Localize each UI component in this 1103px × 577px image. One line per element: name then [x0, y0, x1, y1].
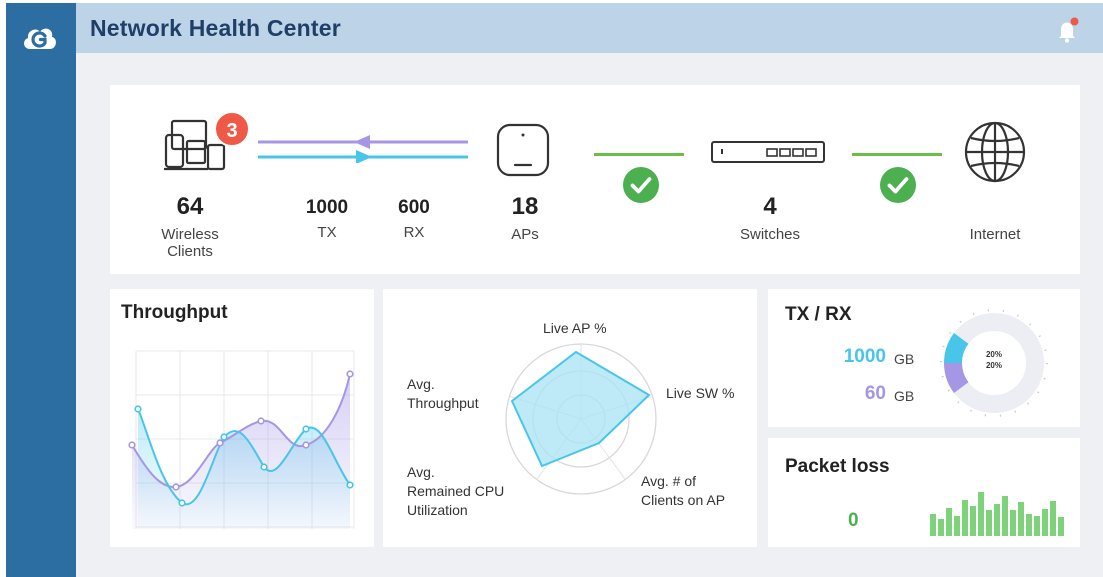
- tx-value: 1000: [305, 197, 349, 218]
- cyan-series-area: [138, 409, 350, 529]
- rx-label: RX: [403, 224, 425, 241]
- notification-dot: [1070, 17, 1079, 26]
- radar-label-clients-line1: Avg. # of: [641, 473, 697, 489]
- packet-loss-value: 0: [848, 510, 859, 531]
- switch-icon[interactable]: [710, 140, 830, 166]
- tx-rx-arrows: [258, 135, 468, 163]
- sidebar: [6, 3, 76, 577]
- packet-loss-card: Packet loss 0: [768, 438, 1080, 547]
- wireless-clients-label-line1: Wireless: [161, 226, 219, 243]
- throughput-card: Throughput: [110, 289, 374, 547]
- radar-label-throughput: Avg. Throughput: [407, 375, 479, 413]
- rx-total-value: 60: [864, 383, 886, 404]
- health-radar-card: Live AP % Live SW % Avg. # of Clients on…: [383, 289, 757, 547]
- donut-tx-arc: [944, 333, 969, 364]
- app-frame: Network Health Center 3 64 Wireless Clie…: [6, 3, 1103, 577]
- rx-total-unit: GB: [894, 388, 915, 404]
- throughput-chart: [128, 350, 355, 529]
- radar-label-cpu-line1: Avg.: [407, 464, 435, 480]
- radar-label-clients-line2: Clients on AP: [641, 492, 726, 508]
- check-icon: [880, 167, 916, 203]
- packet-loss-sparkbars: [930, 492, 1064, 536]
- radar-label-cpu: Avg. Remained CPU Utilization: [407, 463, 504, 520]
- switches-label: Switches: [739, 226, 801, 243]
- radar-label-clients: Avg. # of Clients on AP: [641, 472, 725, 510]
- radar-label-throughput-line2: Throughput: [407, 395, 479, 411]
- donut-rx-arc: [944, 362, 969, 393]
- radar-label-cpu-line3: Utilization: [407, 502, 468, 518]
- aps-count: 18: [511, 193, 539, 220]
- topology-card: 3 64 Wireless Clients 1000 TX 600 RX 18 …: [110, 85, 1080, 274]
- page-title: Network Health Center: [90, 15, 341, 41]
- globe-icon[interactable]: [962, 121, 1028, 183]
- radar-label-throughput-line1: Avg.: [407, 376, 435, 392]
- donut-center-labels: 20% 20%: [974, 349, 1014, 371]
- tx-rx-title: TX / RX: [785, 304, 852, 325]
- ap-switch-link: [594, 153, 684, 156]
- alert-badge[interactable]: 3: [214, 111, 250, 147]
- wireless-clients-label: Wireless Clients: [140, 226, 240, 260]
- radar-label-live-sw: Live SW %: [666, 385, 735, 401]
- tx-total-value: 1000: [843, 346, 886, 367]
- rx-value: 600: [398, 197, 430, 218]
- alert-badge-count: 3: [226, 120, 238, 142]
- aps-label: APs: [511, 226, 539, 243]
- wireless-clients-count: 64: [176, 193, 204, 220]
- switch-internet-link: [852, 153, 942, 156]
- tx-total-unit: GB: [894, 351, 915, 367]
- tx-rx-card: TX / RX 1000 GB 60 GB 20% 20%: [768, 289, 1080, 427]
- internet-label: Internet: [969, 226, 1021, 243]
- check-icon: [623, 167, 659, 203]
- radar-area: [510, 350, 651, 468]
- access-point-icon[interactable]: [494, 121, 552, 179]
- wireless-clients-label-line2: Clients: [167, 243, 213, 260]
- logo-icon[interactable]: [21, 22, 58, 52]
- header-bar: Network Health Center: [76, 3, 1103, 53]
- radar-label-cpu-line2: Remained CPU: [407, 483, 505, 499]
- radar-label-live-ap: Live AP %: [543, 320, 607, 336]
- donut-rx-pct: 20%: [985, 361, 1002, 370]
- switches-count: 4: [763, 193, 777, 220]
- donut-tx-pct: 20%: [985, 350, 1002, 359]
- bell-icon[interactable]: [1055, 17, 1081, 45]
- tx-label: TX: [317, 224, 337, 241]
- packet-loss-title: Packet loss: [785, 456, 890, 477]
